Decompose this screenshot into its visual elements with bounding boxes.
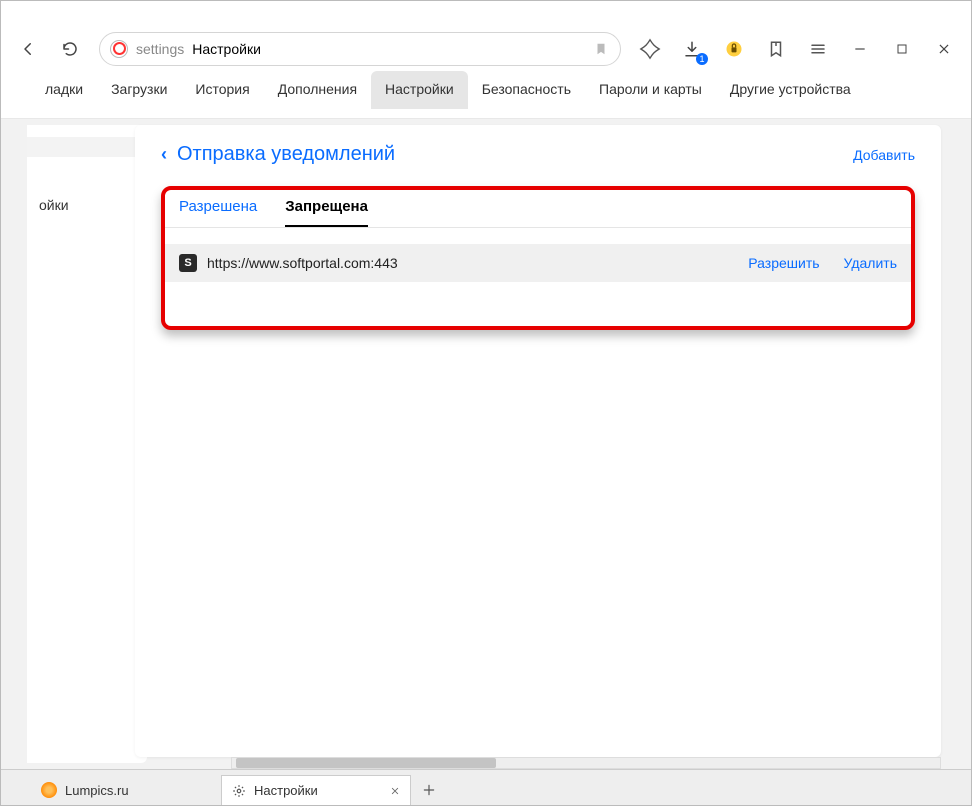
toolbar-right-icons: 1 [631,32,963,66]
address-protocol: settings [136,41,184,57]
card-title-back[interactable]: ‹ Отправка уведомлений [161,143,395,166]
gear-icon [232,784,246,798]
permtab-allowed[interactable]: Разрешена [179,198,257,227]
nav-tab-downloads[interactable]: Загрузки [97,71,181,109]
downloads-badge: 1 [696,53,708,65]
add-site-link[interactable]: Добавить [853,147,915,163]
bookmark-icon[interactable] [594,42,608,56]
refresh-button[interactable] [51,32,89,66]
maximize-button[interactable] [883,32,921,66]
chevron-left-icon: ‹ [161,144,167,165]
settings-workspace: ойки ‹ Отправка уведомлений Добавить Раз… [1,119,971,769]
permtab-denied[interactable]: Запрещена [285,198,368,227]
close-window-button[interactable] [925,32,963,66]
back-button[interactable] [9,32,47,66]
horizontal-scrollbar[interactable] [231,757,941,769]
address-bar[interactable]: settings Настройки [99,32,621,66]
nav-tab-passwords[interactable]: Пароли и карты [585,71,716,109]
highlighted-region: Разрешена Запрещена S https://www.softpo… [161,186,915,330]
tab-close-icon[interactable] [390,786,400,796]
menu-button[interactable] [799,32,837,66]
site-url: https://www.softportal.com:443 [207,255,724,271]
site-action-allow[interactable]: Разрешить [748,255,819,271]
settings-sidebar: ойки [27,125,147,763]
permission-tabs: Разрешена Запрещена [165,192,911,228]
window-frame: settings Настройки 1 [0,0,972,806]
yandex-icon [110,40,128,58]
lumpics-favicon [41,782,57,798]
minimize-button[interactable] [841,32,879,66]
site-favicon: S [179,254,197,272]
browser-tab-title: Lumpics.ru [65,783,129,798]
nav-tab-bookmarks[interactable]: ладки [31,71,97,109]
new-tab-button[interactable] [411,775,447,805]
sidebar-item-0[interactable] [27,137,147,157]
nav-tab-history[interactable]: История [181,71,263,109]
titlebar-spacer [1,1,971,27]
nav-tab-settings[interactable]: Настройки [371,71,468,109]
card-header: ‹ Отправка уведомлений Добавить [161,143,915,166]
settings-nav-tabs: ладки Загрузки История Дополнения Настро… [1,71,971,119]
card-title-text: Отправка уведомлений [177,143,395,166]
browser-toolbar: settings Настройки 1 [1,27,971,71]
site-row: S https://www.softportal.com:443 Разреши… [165,244,911,282]
browser-tab-lumpics[interactable]: Lumpics.ru [31,775,221,805]
browser-tab-title: Настройки [254,783,318,798]
site-action-delete[interactable]: Удалить [844,255,897,271]
bookmarks-button[interactable] [757,32,795,66]
zen-icon[interactable] [631,32,669,66]
nav-tab-addons[interactable]: Дополнения [264,71,371,109]
scrollbar-thumb[interactable] [236,758,496,768]
address-title: Настройки [192,41,261,57]
downloads-button[interactable]: 1 [673,32,711,66]
nav-tab-other-devices[interactable]: Другие устройства [716,71,865,109]
settings-card: ‹ Отправка уведомлений Добавить Разрешен… [135,125,941,757]
extension-lock-icon[interactable] [715,32,753,66]
nav-tab-security[interactable]: Безопасность [468,71,585,109]
browser-tabstrip: Lumpics.ru Настройки [1,769,971,805]
browser-tab-settings[interactable]: Настройки [221,775,411,805]
sidebar-item-1[interactable]: ойки [27,187,147,223]
